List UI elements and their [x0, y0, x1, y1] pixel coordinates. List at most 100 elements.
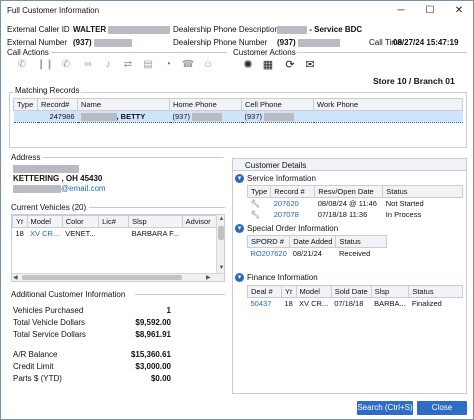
- envelope-icon[interactable]: ✉: [303, 58, 317, 72]
- table-row[interactable]: 🔧︎ 207620 08/08/24 @ 11:46 Not Started: [248, 198, 463, 210]
- col-service-type[interactable]: Type: [246, 185, 272, 198]
- address-city-line: KETTERING , OH 45430: [13, 174, 103, 183]
- cell-service-record[interactable]: 207078: [271, 209, 315, 220]
- table-row[interactable]: 247986 , BETTY (937) (937): [13, 109, 463, 124]
- phone-icon[interactable]: ✆: [15, 58, 29, 72]
- total-service-dollars-label: Total Service Dollars: [13, 330, 86, 339]
- scroll-up-icon[interactable]: ▲: [217, 215, 224, 224]
- col-finance-status[interactable]: Status: [408, 285, 463, 298]
- call-actions-divider: [51, 52, 227, 53]
- additional-info-title: Additional Customer Information: [11, 290, 126, 299]
- cell-deal[interactable]: 50437: [248, 298, 282, 310]
- maximize-icon[interactable]: ☐: [422, 4, 438, 18]
- col-home-phone[interactable]: Home Phone: [169, 98, 242, 111]
- voicemail-icon[interactable]: ∞: [81, 58, 95, 72]
- cell-service-status: Not Started: [385, 199, 424, 208]
- col-deal[interactable]: Deal #: [247, 285, 282, 298]
- col-spord-date[interactable]: Date Added: [289, 235, 337, 248]
- table-row[interactable]: 50437 18 XV CR... 07/18/18 BARBA... Fina…: [248, 298, 463, 310]
- vehicles-horizontal-scrollbar[interactable]: ◀ ▶: [12, 273, 224, 281]
- col-service-date[interactable]: Resv/Open Date: [314, 185, 384, 198]
- cell-yr: 18: [15, 229, 24, 238]
- note-icon[interactable]: ▤: [141, 58, 155, 72]
- cell-home-phone: (937): [169, 109, 242, 124]
- close-icon[interactable]: ✕: [451, 4, 467, 18]
- additional-info-divider: [135, 294, 225, 295]
- col-spord[interactable]: SPORD #: [246, 235, 291, 248]
- col-yr[interactable]: Yr: [12, 215, 28, 228]
- col-finance-yr[interactable]: Yr: [281, 285, 297, 298]
- col-cell-phone[interactable]: Cell Phone: [241, 98, 314, 111]
- col-model[interactable]: Model: [26, 215, 63, 228]
- address-email[interactable]: @email.com: [13, 184, 106, 193]
- close-button[interactable]: Close: [417, 401, 467, 415]
- minimize-icon[interactable]: ─: [393, 4, 409, 18]
- call-forward-icon[interactable]: ✆: [59, 58, 73, 72]
- collapse-special-order-icon[interactable]: ▾: [235, 224, 244, 233]
- scroll-h-thumb[interactable]: [22, 275, 182, 280]
- cell-finance-model: XV CR...: [299, 299, 329, 308]
- dealership-phone-number-value: (937): [277, 38, 340, 47]
- external-number-value: (937): [73, 38, 132, 47]
- cell-finance-slsp: BARBA...: [374, 299, 406, 308]
- wrench-icon: 🔧︎: [250, 210, 261, 219]
- col-service-status[interactable]: Status: [382, 185, 463, 198]
- pause-icon[interactable]: ❙❙: [37, 58, 54, 72]
- address-divider: [43, 157, 223, 158]
- address-title: Address: [11, 153, 41, 162]
- scroll-thumb[interactable]: [218, 226, 224, 240]
- sun-icon[interactable]: ✺: [241, 58, 255, 72]
- col-service-record[interactable]: Record #: [270, 185, 316, 198]
- col-color[interactable]: Color: [61, 215, 100, 228]
- cell-sold-date: 07/18/18: [334, 299, 364, 308]
- hangup-icon[interactable]: ☎: [181, 58, 195, 72]
- special-order-table: SPORD # Date Added Status RO207620 08/21…: [246, 235, 387, 260]
- vehicles-panel: Current Vehicles (20) Yr Model Color Lic…: [9, 203, 227, 285]
- cell-spord[interactable]: RO207620: [248, 248, 290, 260]
- col-advisor[interactable]: Advisor: [181, 215, 218, 228]
- window-title: Full Customer Information: [7, 6, 100, 15]
- col-lic[interactable]: Lic#: [98, 215, 130, 228]
- table-row[interactable]: 18 XV CR... VENET... BARBARA F...: [13, 228, 217, 240]
- collapse-service-icon[interactable]: ▾: [235, 174, 244, 183]
- col-slsp[interactable]: Slsp: [128, 215, 183, 228]
- ar-balance-value: $15,360.61: [130, 350, 171, 359]
- cell-spord-status: Received: [338, 249, 371, 258]
- vehicles-purchased-label: Vehicles Purchased: [13, 306, 84, 315]
- total-vehicle-dollars-label: Total Vehicle Dollars: [13, 318, 86, 327]
- vehicles-vertical-scrollbar[interactable]: ▲ ▼: [216, 215, 224, 273]
- table-row[interactable]: RO207620 08/21/24 Received: [248, 248, 387, 260]
- scroll-down-icon[interactable]: ▼: [217, 264, 224, 273]
- vehicles-table: Yr Model Color Lic# Slsp Advisor 18 XV C…: [11, 214, 225, 282]
- credit-limit-label: Credit Limit: [13, 362, 54, 371]
- scroll-left-icon[interactable]: ◀: [13, 274, 18, 281]
- calendar-icon[interactable]: ▦: [261, 58, 275, 72]
- col-sold-date[interactable]: Sold Date: [330, 285, 372, 298]
- dealership-phone-desc-label: Dealership Phone Description: [173, 25, 279, 34]
- transfer-icon[interactable]: ⇄: [121, 58, 135, 72]
- col-type[interactable]: Type: [13, 98, 38, 111]
- collapse-finance-icon[interactable]: ▾: [235, 273, 244, 282]
- service-info-title: Service Information: [247, 174, 316, 183]
- customer-details-header: Customer Details: [233, 159, 466, 171]
- cell-name: , BETTY: [77, 109, 170, 124]
- parts-ytd-value: $0.00: [150, 374, 171, 383]
- col-finance-model[interactable]: Model: [295, 285, 332, 298]
- park-icon[interactable]: ◔: [161, 58, 175, 72]
- person-icon[interactable]: ☺: [201, 58, 215, 72]
- col-finance-slsp[interactable]: Slsp: [370, 285, 410, 298]
- scroll-right-icon[interactable]: ▶: [206, 274, 211, 281]
- col-name[interactable]: Name: [77, 98, 170, 111]
- cell-service-record[interactable]: 207620: [271, 198, 315, 210]
- cell-spord-date: 08/21/24: [292, 249, 322, 258]
- microphone-icon[interactable]: ♪: [101, 58, 115, 72]
- search-button[interactable]: Search (Ctrl+S): [357, 401, 413, 415]
- col-spord-status[interactable]: Status: [335, 235, 387, 248]
- cell-model[interactable]: XV CR...: [27, 228, 62, 240]
- finance-info-title: Finance Information: [247, 273, 318, 282]
- col-record[interactable]: Record#: [37, 98, 78, 111]
- refresh-icon[interactable]: ⟳: [283, 58, 297, 72]
- dealership-phone-number-label: Dealership Phone Number: [173, 38, 268, 47]
- table-row[interactable]: 🔧︎ 207078 07/18/18 11:36 In Process: [248, 209, 463, 220]
- col-work-phone[interactable]: Work Phone: [313, 98, 463, 111]
